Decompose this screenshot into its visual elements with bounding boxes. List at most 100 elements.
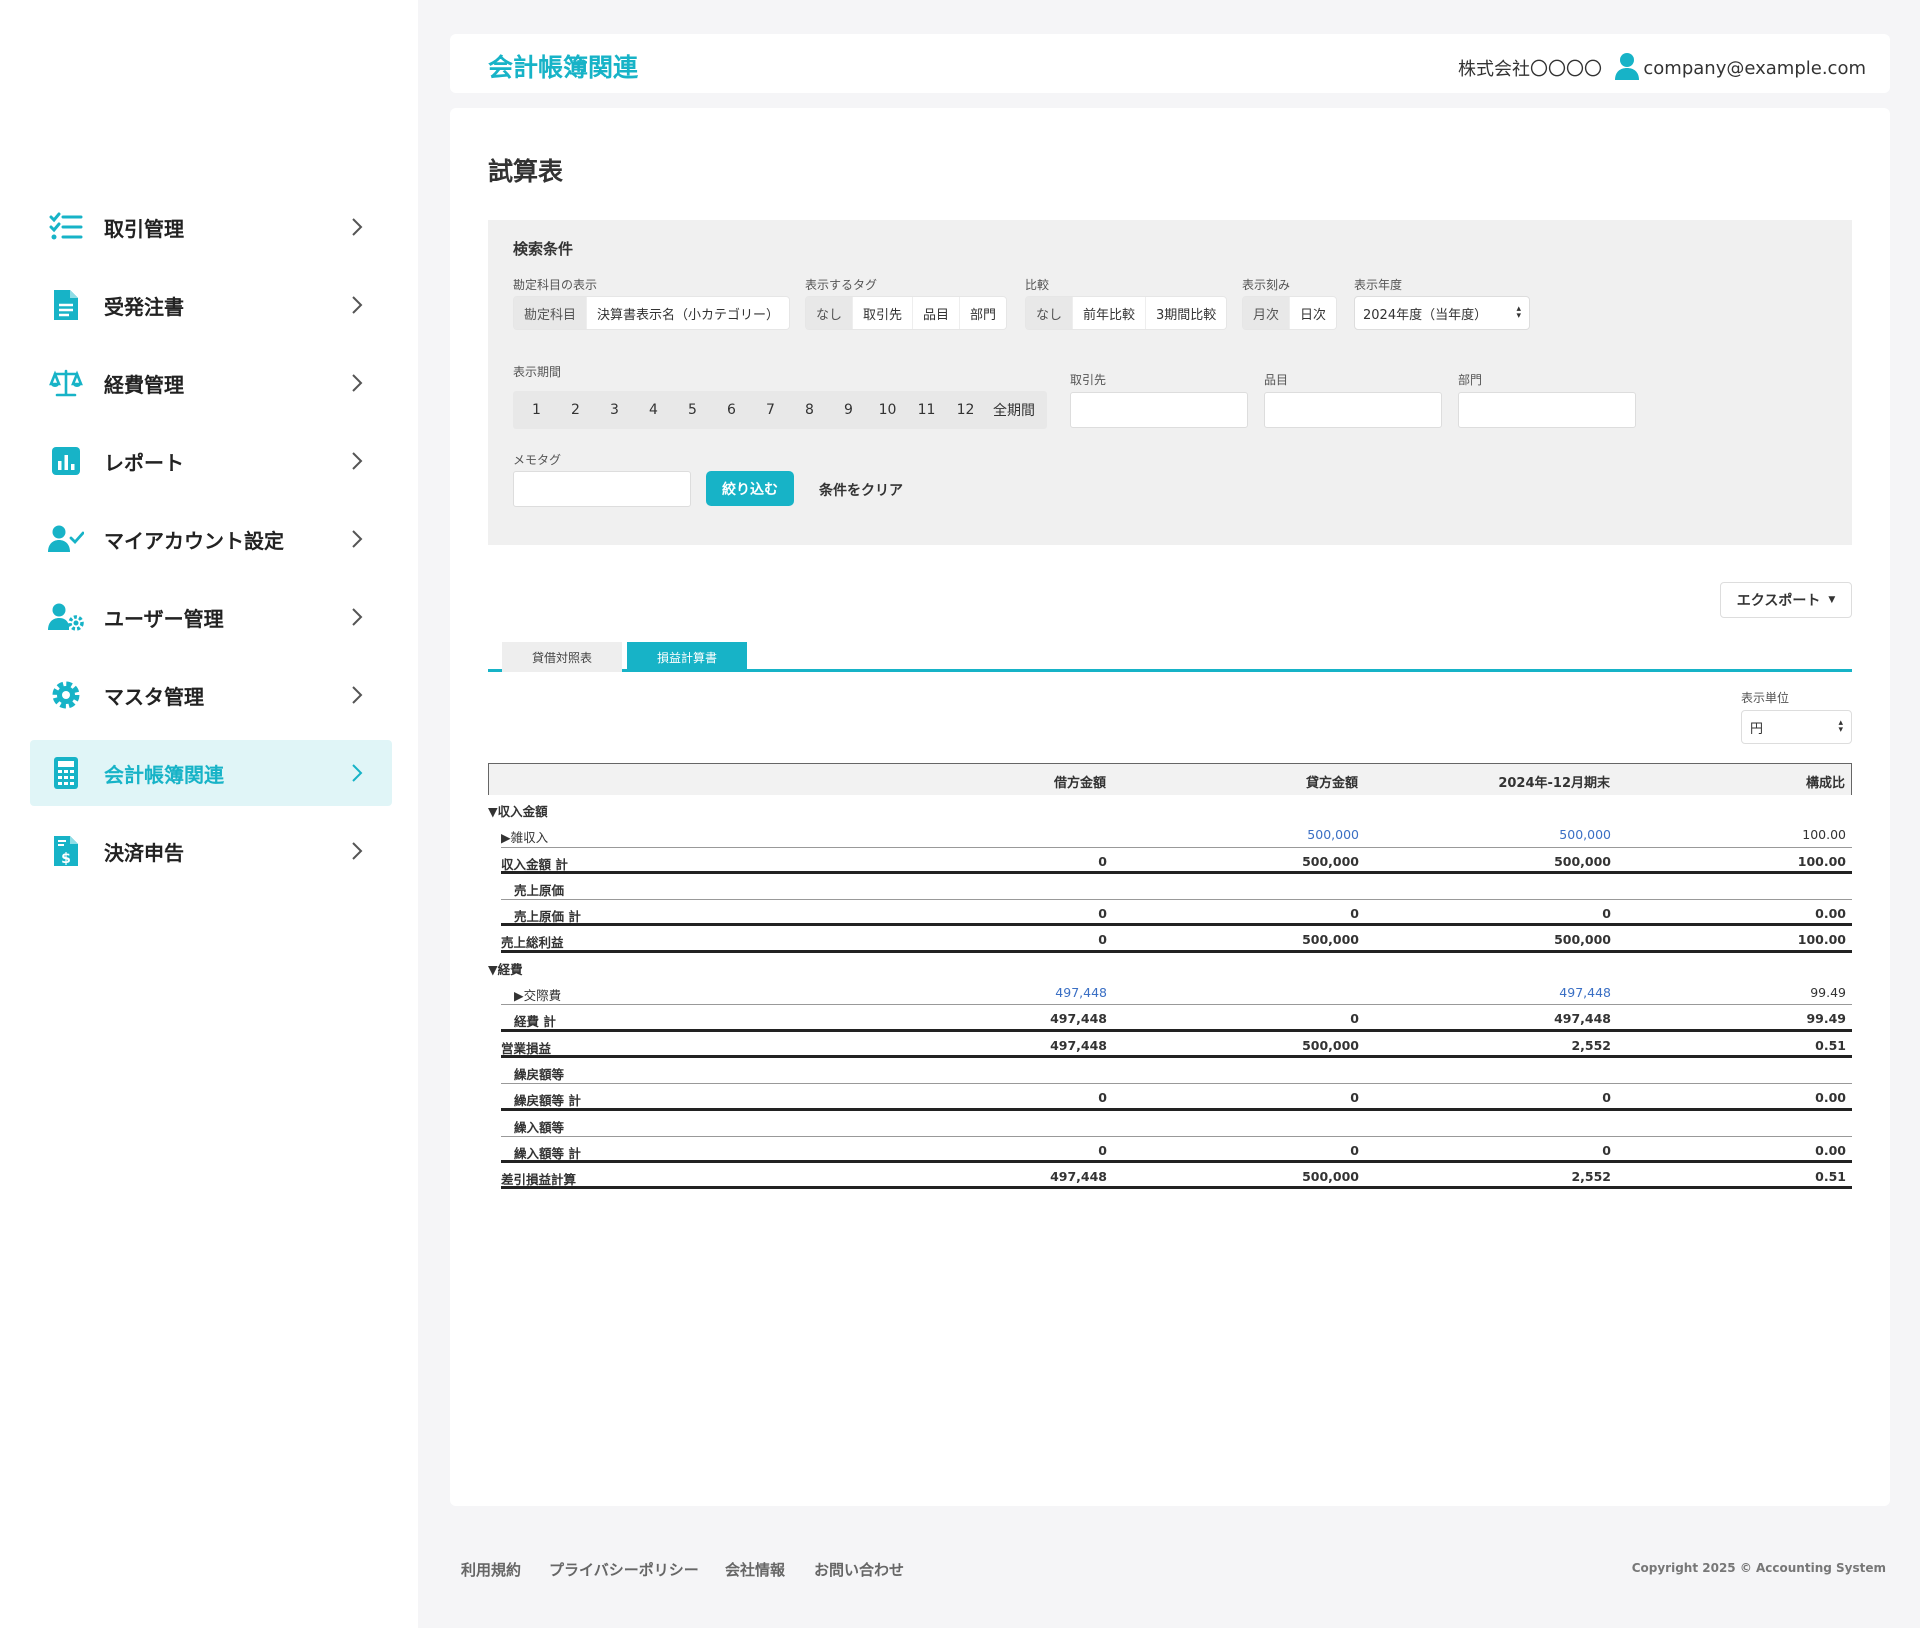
sidebar-item-orders[interactable]: 受発注書 <box>30 272 392 338</box>
row-label[interactable]: ▶交際費 <box>514 985 561 1004</box>
filter-button[interactable]: 絞り込む <box>706 471 794 506</box>
cell-balance: 497,448 <box>1554 1011 1611 1027</box>
sidebar-item-reports[interactable]: レポート <box>30 428 392 494</box>
period-month-11[interactable]: 11 <box>907 391 946 429</box>
period-month-2[interactable]: 2 <box>556 391 595 429</box>
footer-link-privacy[interactable]: プライバシーポリシー <box>549 1559 699 1580</box>
fiscal-year-select[interactable]: 2024年度（当年度） ▴ ▾ <box>1354 296 1530 330</box>
tag-option-none[interactable]: なし <box>806 297 854 329</box>
department-label: 部門 <box>1458 373 1483 387</box>
footer-link-terms[interactable]: 利用規約 <box>461 1559 521 1580</box>
top-header: 会計帳簿関連 株式会社〇〇〇〇 company@example.com <box>450 34 1890 93</box>
user-menu[interactable]: company@example.com <box>1615 52 1866 84</box>
app-title: 会計帳簿関連 <box>488 53 639 82</box>
cell-credit[interactable]: 500,000 <box>1159 827 1359 842</box>
table-row: ▶雑収入 500,000 500,000 100.00 <box>501 821 1852 848</box>
footer-link-contact[interactable]: お問い合わせ <box>814 1559 904 1580</box>
partner-input[interactable] <box>1070 392 1248 428</box>
granularity-toggle: 月次 日次 <box>1242 296 1338 330</box>
compare-option-none[interactable]: なし <box>1026 297 1074 329</box>
row-label: 売上原価 計 <box>514 909 581 925</box>
row-label[interactable]: ▶雑収入 <box>501 827 548 846</box>
tag-option-department[interactable]: 部門 <box>960 297 1007 329</box>
cell-ratio: 0.51 <box>1815 1169 1846 1185</box>
cell-credit: 0 <box>1350 1142 1359 1158</box>
period-month-7[interactable]: 7 <box>751 391 790 429</box>
account-display-toggle: 勘定科目 決算書表示名（小カテゴリー） <box>513 296 791 330</box>
cell-credit: 500,000 <box>1302 1169 1359 1185</box>
compare-option-prev-year[interactable]: 前年比較 <box>1073 297 1147 329</box>
account-display-option[interactable]: 決算書表示名（小カテゴリー） <box>587 297 790 329</box>
bar-chart-icon <box>48 443 84 479</box>
item-label: 品目 <box>1264 373 1289 387</box>
export-button[interactable]: エクスポート ▼ <box>1720 582 1852 618</box>
tab-income-statement[interactable]: 損益計算書 <box>627 642 747 672</box>
granularity-option-daily[interactable]: 日次 <box>1290 297 1337 329</box>
period-month-5[interactable]: 5 <box>673 391 712 429</box>
period-month-8[interactable]: 8 <box>790 391 829 429</box>
tab-balance-sheet[interactable]: 貸借対照表 <box>502 642 622 672</box>
period-month-1[interactable]: 1 <box>517 391 556 429</box>
period-month-9[interactable]: 9 <box>829 391 868 429</box>
period-month-12[interactable]: 12 <box>946 391 985 429</box>
granularity-option-monthly[interactable]: 月次 <box>1243 297 1291 329</box>
memo-tag-label: メモタグ <box>513 453 562 467</box>
cell-debit[interactable]: 497,448 <box>907 985 1107 1000</box>
tag-option-item[interactable]: 品目 <box>913 297 961 329</box>
clear-conditions-button[interactable]: 条件をクリア <box>819 480 903 500</box>
cell-balance[interactable]: 497,448 <box>1411 985 1611 1000</box>
period-month-3[interactable]: 3 <box>595 391 634 429</box>
footer-link-company[interactable]: 会社情報 <box>725 1559 785 1580</box>
period-month-10[interactable]: 10 <box>868 391 907 429</box>
period-month-6[interactable]: 6 <box>712 391 751 429</box>
user-icon <box>1615 52 1640 84</box>
table-row: ▼経費 <box>488 953 1852 979</box>
sidebar-item-label: 会計帳簿関連 <box>104 762 224 787</box>
sidebar-item-expenses[interactable]: 経費管理 <box>30 350 392 416</box>
sidebar-item-accounting-books[interactable]: 会計帳簿関連 <box>30 740 392 806</box>
sidebar-item-master[interactable]: マスタ管理 <box>30 662 392 728</box>
sidebar-item-label: マスタ管理 <box>104 684 204 709</box>
cell-credit: 500,000 <box>1302 853 1359 869</box>
cell-debit: 497,448 <box>1050 1169 1107 1185</box>
sidebar-item-settlement[interactable]: $ 決済申告 <box>30 818 392 884</box>
row-label: 経費 計 <box>514 1014 556 1030</box>
chevron-right-icon <box>342 451 372 471</box>
account-display-option[interactable]: 勘定科目 <box>514 297 588 329</box>
chevron-right-icon <box>342 529 372 549</box>
cell-credit: 0 <box>1350 906 1359 922</box>
unit-select[interactable]: 円 ▴ ▾ <box>1741 710 1852 744</box>
sidebar-item-label: 取引管理 <box>104 216 184 241</box>
cell-ratio: 100.00 <box>1797 932 1846 948</box>
period-month-4[interactable]: 4 <box>634 391 673 429</box>
period-all[interactable]: 全期間 <box>985 391 1043 429</box>
row-label: ▼経費 <box>488 961 523 977</box>
sidebar-item-users[interactable]: ユーザー管理 <box>30 584 392 650</box>
compare-label: 比較 <box>1025 278 1050 292</box>
cell-credit: 0 <box>1350 1011 1359 1027</box>
tag-option-partner[interactable]: 取引先 <box>853 297 914 329</box>
cell-balance[interactable]: 500,000 <box>1411 827 1611 842</box>
table-row: 売上総利益 0 500,000 500,000 100.00 <box>501 926 1852 953</box>
compare-toggle: なし 前年比較 3期間比較 <box>1025 296 1228 330</box>
table-row: 繰入額等 <box>501 1111 1852 1137</box>
sidebar-item-transactions[interactable]: 取引管理 <box>30 194 392 260</box>
department-input[interactable] <box>1458 392 1636 428</box>
document-icon <box>48 287 84 323</box>
table-row: 差引損益計算 497,448 500,000 2,552 0.51 <box>501 1163 1852 1190</box>
cell-ratio: 0.00 <box>1815 1142 1846 1158</box>
sidebar-item-label: 受発注書 <box>104 294 184 319</box>
compare-option-three-periods[interactable]: 3期間比較 <box>1146 297 1227 329</box>
user-check-icon <box>48 521 84 557</box>
memo-tag-input[interactable] <box>513 471 691 507</box>
item-input[interactable] <box>1264 392 1442 428</box>
table-row: 売上原価 <box>501 874 1852 901</box>
cell-debit: 0 <box>1098 853 1107 869</box>
chevron-right-icon <box>342 763 372 783</box>
select-arrows-icon: ▴ ▾ <box>1838 718 1843 735</box>
table-row: ▶交際費 497,448 497,448 99.49 <box>501 979 1852 1006</box>
chevron-right-icon <box>342 607 372 627</box>
sidebar-item-my-account[interactable]: マイアカウント設定 <box>30 506 392 572</box>
table-row: 売上原価 計 0 0 0 0.00 <box>501 900 1852 927</box>
fiscal-year-label: 表示年度 <box>1354 278 1403 292</box>
